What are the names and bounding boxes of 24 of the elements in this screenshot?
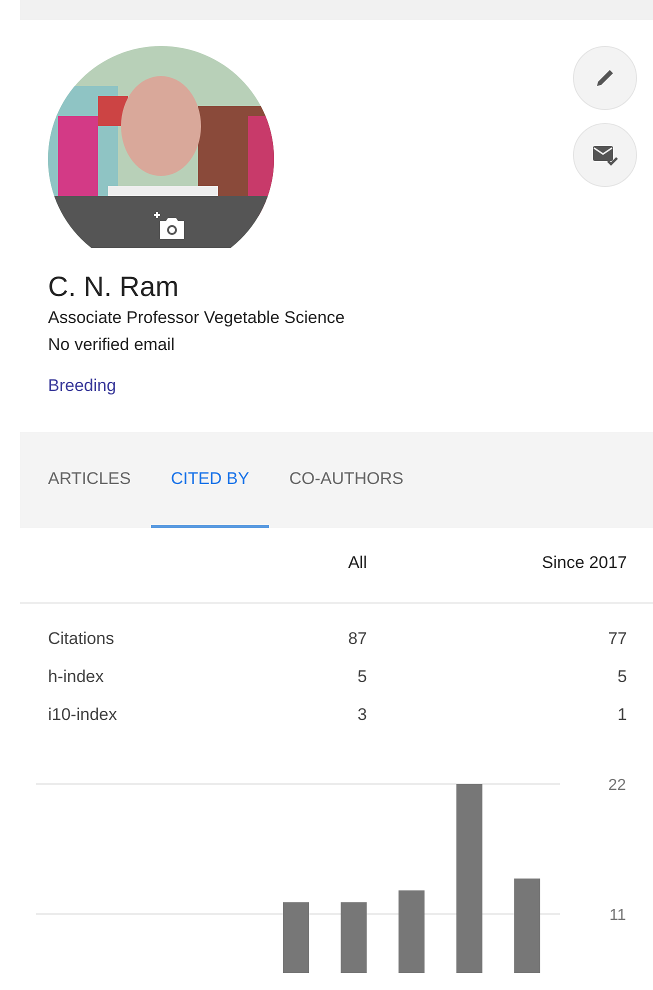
- table-cell-text: 3: [356, 704, 367, 726]
- table-cell-text: 1: [616, 704, 627, 726]
- tab[interactable]: ARTICLES: [28, 469, 151, 528]
- table-cell-text: 77: [607, 628, 627, 650]
- pencil-icon: [597, 70, 613, 86]
- tab[interactable]: CITED BY: [150, 469, 270, 528]
- interest-link[interactable]: Breeding: [48, 376, 116, 395]
- axis-tick-label: 11: [609, 907, 626, 924]
- row-label: h-index: [48, 666, 105, 688]
- chart-bar: [283, 902, 309, 974]
- tab[interactable]: CO-AUTHORS: [269, 469, 424, 528]
- mail-check-icon: [591, 143, 619, 167]
- column-header: Since 2017: [540, 553, 627, 574]
- table-cell-text: 5: [356, 666, 367, 688]
- affiliation: Associate Professor Vegetable Science: [48, 307, 346, 329]
- row-label: Citations: [48, 628, 116, 650]
- table-cell-text: 5: [616, 666, 627, 688]
- chart-bar: [340, 902, 367, 974]
- axis-tick-label: 22: [608, 777, 626, 794]
- row-label: i10-index: [48, 704, 118, 726]
- email-status: No verified email: [48, 334, 176, 356]
- profile-name: C. N. Ram: [48, 270, 180, 304]
- column-header: All: [347, 553, 367, 574]
- table-cell-text: 87: [347, 628, 367, 650]
